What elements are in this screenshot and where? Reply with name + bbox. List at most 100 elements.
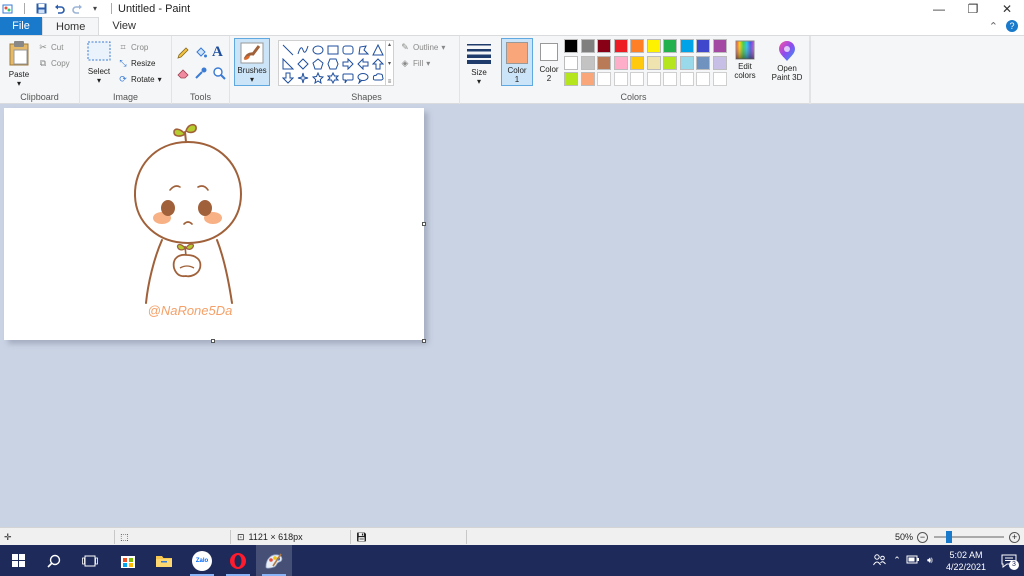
palette-color-swatch[interactable] — [597, 39, 611, 53]
paste-button[interactable]: Paste ▾ — [4, 40, 34, 88]
shapes-scrollbar[interactable]: ▴ ▾ ≡ — [386, 40, 394, 86]
zalo-app[interactable]: Zalo — [184, 545, 220, 576]
hexagon-shape-icon[interactable] — [326, 57, 339, 70]
brushes-dropdown-icon[interactable]: ▾ — [235, 75, 269, 84]
collapse-ribbon-icon[interactable]: ⌃ — [989, 20, 998, 33]
palette-color-swatch[interactable] — [630, 55, 644, 70]
palette-color-swatch[interactable] — [597, 55, 611, 70]
color1-button[interactable]: Color 1 — [501, 38, 533, 86]
left-arrow-shape-icon[interactable] — [356, 57, 369, 70]
up-arrow-shape-icon[interactable] — [371, 57, 384, 70]
open-paint3d-button[interactable]: Open Paint 3D — [766, 40, 808, 82]
crop-button[interactable]: ⌗ Crop — [118, 41, 148, 53]
people-icon[interactable] — [868, 553, 890, 568]
zoom-slider-thumb[interactable] — [946, 531, 952, 543]
palette-color-swatch[interactable] — [712, 39, 727, 53]
scroll-up-icon[interactable]: ▴ — [388, 41, 391, 48]
color2-button[interactable]: Color 2 — [536, 38, 562, 86]
palette-color-swatch[interactable] — [663, 39, 677, 53]
fill-button[interactable]: ◈ Fill ▾ — [400, 57, 431, 69]
file-explorer-app[interactable] — [146, 545, 182, 576]
customize-toolbar-icon[interactable]: ▾ — [89, 3, 101, 15]
magnifier-icon[interactable] — [212, 66, 226, 83]
zoom-in-button[interactable]: + — [1009, 528, 1020, 546]
resize-handle-corner[interactable] — [422, 339, 426, 343]
select-button[interactable]: Select ▾ — [84, 41, 114, 85]
outline-button[interactable]: ✎ Outline ▾ — [400, 41, 445, 53]
line-shape-icon[interactable] — [281, 43, 294, 56]
redo-icon[interactable] — [71, 3, 83, 15]
close-button[interactable]: ✕ — [990, 0, 1024, 17]
palette-custom-slot[interactable] — [696, 72, 710, 86]
palette-custom-slot[interactable] — [630, 72, 644, 86]
restore-button[interactable]: ❐ — [956, 0, 990, 17]
palette-color-swatch[interactable] — [679, 55, 694, 70]
store-app[interactable] — [110, 545, 146, 576]
palette-color-swatch[interactable] — [646, 39, 661, 53]
volume-icon[interactable]: 🔊︎ — [922, 555, 938, 566]
size-dropdown-icon[interactable]: ▾ — [464, 77, 494, 86]
diamond-shape-icon[interactable] — [296, 57, 309, 70]
palette-color-swatch[interactable] — [696, 55, 710, 70]
tab-view[interactable]: View — [99, 17, 149, 35]
fill-bucket-icon[interactable] — [194, 46, 208, 63]
palette-color-swatch[interactable] — [564, 55, 578, 70]
edit-colors-button[interactable]: Edit colors — [730, 40, 760, 80]
text-tool-icon[interactable]: A — [212, 44, 223, 61]
search-button[interactable] — [36, 545, 72, 576]
select-dropdown-icon[interactable]: ▾ — [84, 76, 114, 85]
rotate-dropdown-icon[interactable]: ▾ — [158, 75, 162, 84]
curve-shape-icon[interactable] — [296, 43, 309, 56]
zoom-out-button[interactable]: − — [917, 528, 928, 546]
size-button[interactable]: Size ▾ — [464, 42, 494, 86]
pencil-icon[interactable] — [176, 46, 190, 63]
copy-button[interactable]: ⧉ Copy — [38, 57, 70, 69]
palette-custom-slot[interactable] — [597, 72, 611, 86]
four-point-star-shape-icon[interactable] — [296, 71, 309, 84]
resize-handle-bottom[interactable] — [211, 339, 215, 343]
undo-icon[interactable] — [53, 3, 65, 15]
task-view-button[interactable] — [72, 545, 108, 576]
palette-color-swatch[interactable] — [630, 39, 644, 53]
opera-app[interactable] — [220, 545, 256, 576]
minimize-button[interactable]: — — [922, 0, 956, 17]
paint-app-icon[interactable] — [2, 3, 14, 15]
oval-callout-shape-icon[interactable] — [356, 71, 369, 84]
palette-color-swatch[interactable] — [580, 55, 595, 70]
rounded-rectangle-shape-icon[interactable] — [341, 43, 354, 56]
triangle-shape-icon[interactable] — [371, 43, 384, 56]
palette-custom-slot[interactable] — [679, 72, 694, 86]
palette-custom-slot[interactable] — [646, 72, 661, 86]
paint-app[interactable] — [256, 545, 292, 576]
color-picker-icon[interactable] — [194, 66, 208, 83]
five-point-star-shape-icon[interactable] — [311, 71, 324, 84]
rectangle-shape-icon[interactable] — [326, 43, 339, 56]
zoom-slider-track[interactable] — [934, 536, 1004, 538]
drawing-canvas[interactable]: @NaRone5Da — [4, 108, 424, 340]
save-icon[interactable] — [35, 3, 47, 15]
palette-custom-slot[interactable] — [613, 72, 628, 86]
tab-file[interactable]: File — [0, 17, 42, 35]
six-point-star-shape-icon[interactable] — [326, 71, 339, 84]
eraser-icon[interactable] — [176, 66, 190, 83]
right-triangle-shape-icon[interactable] — [281, 57, 294, 70]
canvas-workspace[interactable]: @NaRone5Da — [0, 105, 1024, 527]
clock[interactable]: 5:02 AM 4/22/2021 — [938, 549, 994, 573]
palette-color-swatch[interactable] — [580, 72, 595, 86]
palette-color-swatch[interactable] — [712, 55, 727, 70]
network-icon[interactable] — [904, 555, 922, 567]
expand-gallery-icon[interactable]: ≡ — [388, 79, 392, 85]
scroll-down-icon[interactable]: ▾ — [388, 60, 391, 67]
palette-color-swatch[interactable] — [663, 55, 677, 70]
polygon-shape-icon[interactable] — [356, 43, 369, 56]
brushes-button[interactable]: Brushes ▾ — [234, 38, 270, 86]
pentagon-shape-icon[interactable] — [311, 57, 324, 70]
palette-color-swatch[interactable] — [564, 39, 578, 53]
tab-home[interactable]: Home — [42, 17, 100, 35]
resize-button[interactable]: ⤡ Resize — [118, 57, 155, 69]
palette-color-swatch[interactable] — [564, 72, 578, 86]
palette-custom-slot[interactable] — [663, 72, 677, 86]
palette-color-swatch[interactable] — [679, 39, 694, 53]
down-arrow-shape-icon[interactable] — [281, 71, 294, 84]
paste-dropdown-icon[interactable]: ▾ — [4, 79, 34, 88]
